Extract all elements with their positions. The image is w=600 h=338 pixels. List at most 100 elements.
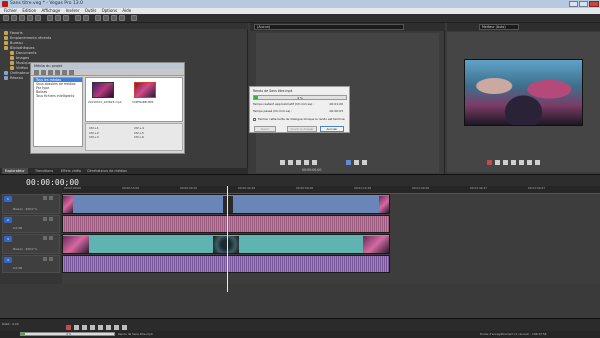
- stop-icon[interactable]: [296, 160, 301, 165]
- views-icon[interactable]: [69, 70, 74, 75]
- save-icon[interactable]: [19, 15, 25, 21]
- video-track-header[interactable]: 3 Niveau : 100,0 %: [2, 234, 60, 254]
- help-icon[interactable]: [131, 15, 137, 21]
- cancel-button[interactable]: Annuler: [320, 126, 344, 132]
- open-button[interactable]: Ouvrir: [254, 126, 276, 132]
- explorer-toolbar: [0, 23, 248, 29]
- video-clip[interactable]: [62, 194, 390, 214]
- ruler-tick-label: 00:01:59;27: [528, 186, 546, 190]
- media-filename: SUPFRABB.MP4: [132, 100, 154, 104]
- status-render-percent: 4 %: [66, 332, 72, 336]
- audio-clip[interactable]: [62, 255, 390, 273]
- timeline-ruler[interactable]: 00:00:00;00 00:00:15;00 00:00:29;29 00:0…: [62, 186, 600, 194]
- render-progress-bar: 4 %: [253, 95, 347, 100]
- clip-thumbnail: [213, 236, 239, 253]
- main-toolbar: [0, 14, 600, 23]
- ruler-tick-label: 00:00:15;00: [122, 186, 140, 190]
- play-from-start-icon[interactable]: [82, 325, 87, 330]
- properties-icon[interactable]: [27, 15, 33, 21]
- clip-thumbnail: [63, 196, 73, 213]
- remove-media-icon[interactable]: [48, 70, 53, 75]
- media-fx-icon[interactable]: [62, 70, 67, 75]
- playhead-cursor[interactable]: [227, 186, 228, 292]
- bin-item[interactable]: Tous fichiers intelligents: [34, 94, 82, 98]
- pause-icon[interactable]: [511, 160, 516, 165]
- preview-frame: [464, 59, 583, 126]
- import-media-icon[interactable]: [34, 70, 39, 75]
- video-clip[interactable]: [62, 234, 390, 254]
- copy-icon[interactable]: [55, 15, 61, 21]
- clip-thumbnail: [223, 196, 233, 213]
- paste-icon[interactable]: [63, 15, 69, 21]
- mute-icon[interactable]: [43, 196, 47, 200]
- redo-icon[interactable]: [83, 15, 89, 21]
- media-thumbnail[interactable]: [134, 82, 156, 98]
- folder-icon: [10, 51, 14, 55]
- track-level: Niveau : 100,0 %: [13, 247, 38, 251]
- cut-icon[interactable]: [47, 15, 53, 21]
- ruler-tick-label: 00:01:44;27: [470, 186, 488, 190]
- maximize-button[interactable]: [579, 1, 588, 7]
- play-icon[interactable]: [280, 160, 285, 165]
- close-when-done-checkbox[interactable]: [253, 118, 256, 121]
- normal-edit-tool-icon[interactable]: [95, 15, 101, 21]
- computer-icon: [4, 71, 8, 75]
- play-icon[interactable]: [503, 160, 508, 165]
- audio-clip[interactable]: [62, 215, 390, 233]
- track-level: Niveau : 100,0 %: [13, 207, 38, 211]
- envelope-tool-icon[interactable]: [103, 15, 109, 21]
- zoom-tool-icon[interactable]: [119, 15, 125, 21]
- undo-icon[interactable]: [75, 15, 81, 21]
- stop-icon[interactable]: [106, 325, 111, 330]
- folder-icon: [10, 61, 14, 65]
- media-properties-icon[interactable]: [55, 70, 60, 75]
- solo-icon[interactable]: [49, 217, 53, 221]
- preview-quality-select[interactable]: Meilleur (Auto): [479, 24, 519, 30]
- audio-track-header[interactable]: 2 0,0 dB: [2, 215, 60, 233]
- media-filename: 20140512_220823.mp4: [88, 100, 122, 104]
- go-to-end-icon[interactable]: [535, 160, 540, 165]
- add-to-timeline-icon[interactable]: [346, 160, 351, 165]
- render-icon[interactable]: [35, 15, 41, 21]
- audio-track-header[interactable]: 4 0,0 dB: [2, 255, 60, 273]
- media-toolbar: [31, 69, 184, 76]
- close-button[interactable]: [589, 1, 599, 7]
- next-frame-icon[interactable]: [312, 160, 317, 165]
- pause-icon[interactable]: [288, 160, 293, 165]
- ruler-tick-label: 00:01:29;28: [412, 186, 430, 190]
- elapsed-time-label: Temps passé (hh:mm:ss) :: [253, 109, 293, 113]
- capture-icon[interactable]: [41, 70, 46, 75]
- loop-icon[interactable]: [74, 325, 79, 330]
- go-to-start-icon[interactable]: [527, 160, 532, 165]
- selection-tool-icon[interactable]: [111, 15, 117, 21]
- open-icon[interactable]: [11, 15, 17, 21]
- window-title: Sans titre.veg * - Vegas Pro 13.0: [10, 1, 83, 6]
- mute-icon[interactable]: [43, 257, 47, 261]
- trimmer-media-select[interactable]: (Aucun): [254, 24, 404, 30]
- record-icon[interactable]: [487, 160, 492, 165]
- record-icon[interactable]: [66, 325, 71, 330]
- open-folder-button[interactable]: Ouvrir le dossier: [287, 126, 317, 132]
- network-icon: [4, 76, 8, 80]
- loop-icon[interactable]: [495, 160, 500, 165]
- go-to-start-icon[interactable]: [114, 325, 119, 330]
- mark-out-icon[interactable]: [362, 160, 367, 165]
- stop-icon[interactable]: [519, 160, 524, 165]
- solo-icon[interactable]: [49, 196, 53, 200]
- record-time-readout: Durée d'enregistrement (2 canaux) : 166:…: [480, 332, 547, 336]
- mute-icon[interactable]: [43, 236, 47, 240]
- solo-icon[interactable]: [49, 257, 53, 261]
- media-thumbnail[interactable]: [92, 82, 114, 98]
- go-to-end-icon[interactable]: [122, 325, 127, 330]
- solo-icon[interactable]: [49, 236, 53, 240]
- minimize-button[interactable]: [569, 1, 578, 7]
- mute-icon[interactable]: [43, 217, 47, 221]
- previous-frame-icon[interactable]: [304, 160, 309, 165]
- new-project-icon[interactable]: [3, 15, 9, 21]
- play-icon[interactable]: [90, 325, 95, 330]
- pause-icon[interactable]: [98, 325, 103, 330]
- shortcut-label: Ctrl+3: [89, 135, 99, 139]
- clip-thumbnail: [63, 236, 89, 253]
- video-track-header[interactable]: 1 Niveau : 100,0 %: [2, 194, 60, 214]
- mark-in-icon[interactable]: [354, 160, 359, 165]
